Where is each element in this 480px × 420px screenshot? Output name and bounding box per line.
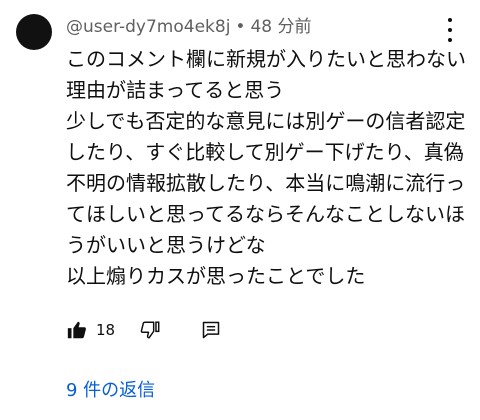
view-replies-link[interactable]: 9 件の返信 (66, 376, 155, 402)
avatar[interactable] (16, 14, 52, 50)
comment-meta: @user-dy7mo4ek8j • 48 分前 (66, 12, 312, 37)
comment-time[interactable]: 48 分前 (250, 17, 311, 37)
comment-thread: @user-dy7mo4ek8j • 48 分前 このコメント欄に新規が入りたいと思… (0, 0, 480, 420)
comment-actions: 18 (66, 316, 221, 344)
author-name[interactable]: @user-dy7mo4ek8j (66, 17, 230, 37)
comment-line: 以上煽りカスが思ったことでした (66, 264, 366, 288)
thumbs-down-icon (140, 321, 160, 339)
meta-separator: • (235, 17, 246, 37)
comment-line: てほしいと思ってるならそんなことしないほ (66, 202, 465, 226)
comment-body: このコメント欄に新規が入りたいと思わない 理由が詰まってると思う 少しでも否定的… (66, 44, 466, 292)
like-button[interactable]: 18 (66, 319, 115, 341)
comment-line: 不明の情報拡散したり、本当に鳴潮に流行っ (66, 171, 466, 195)
thumbs-up-icon (67, 321, 86, 339)
more-vertical-icon[interactable] (442, 18, 458, 42)
reply-button[interactable] (201, 320, 221, 340)
dislike-button[interactable] (139, 319, 161, 341)
comment-line: 少しでも否定的な意見には別ゲーの信者認定 (66, 109, 466, 133)
comment-line: 理由が詰まってると思う (66, 78, 285, 102)
comment-line: このコメント欄に新規が入りたいと思わない (66, 47, 466, 71)
comment-line: うがいいと思うけどな (66, 233, 266, 257)
like-count: 18 (96, 321, 116, 339)
reply-comment-icon (202, 321, 220, 339)
comment-line: したり、すぐ比較して別ゲー下げたり、真偽 (66, 140, 464, 164)
